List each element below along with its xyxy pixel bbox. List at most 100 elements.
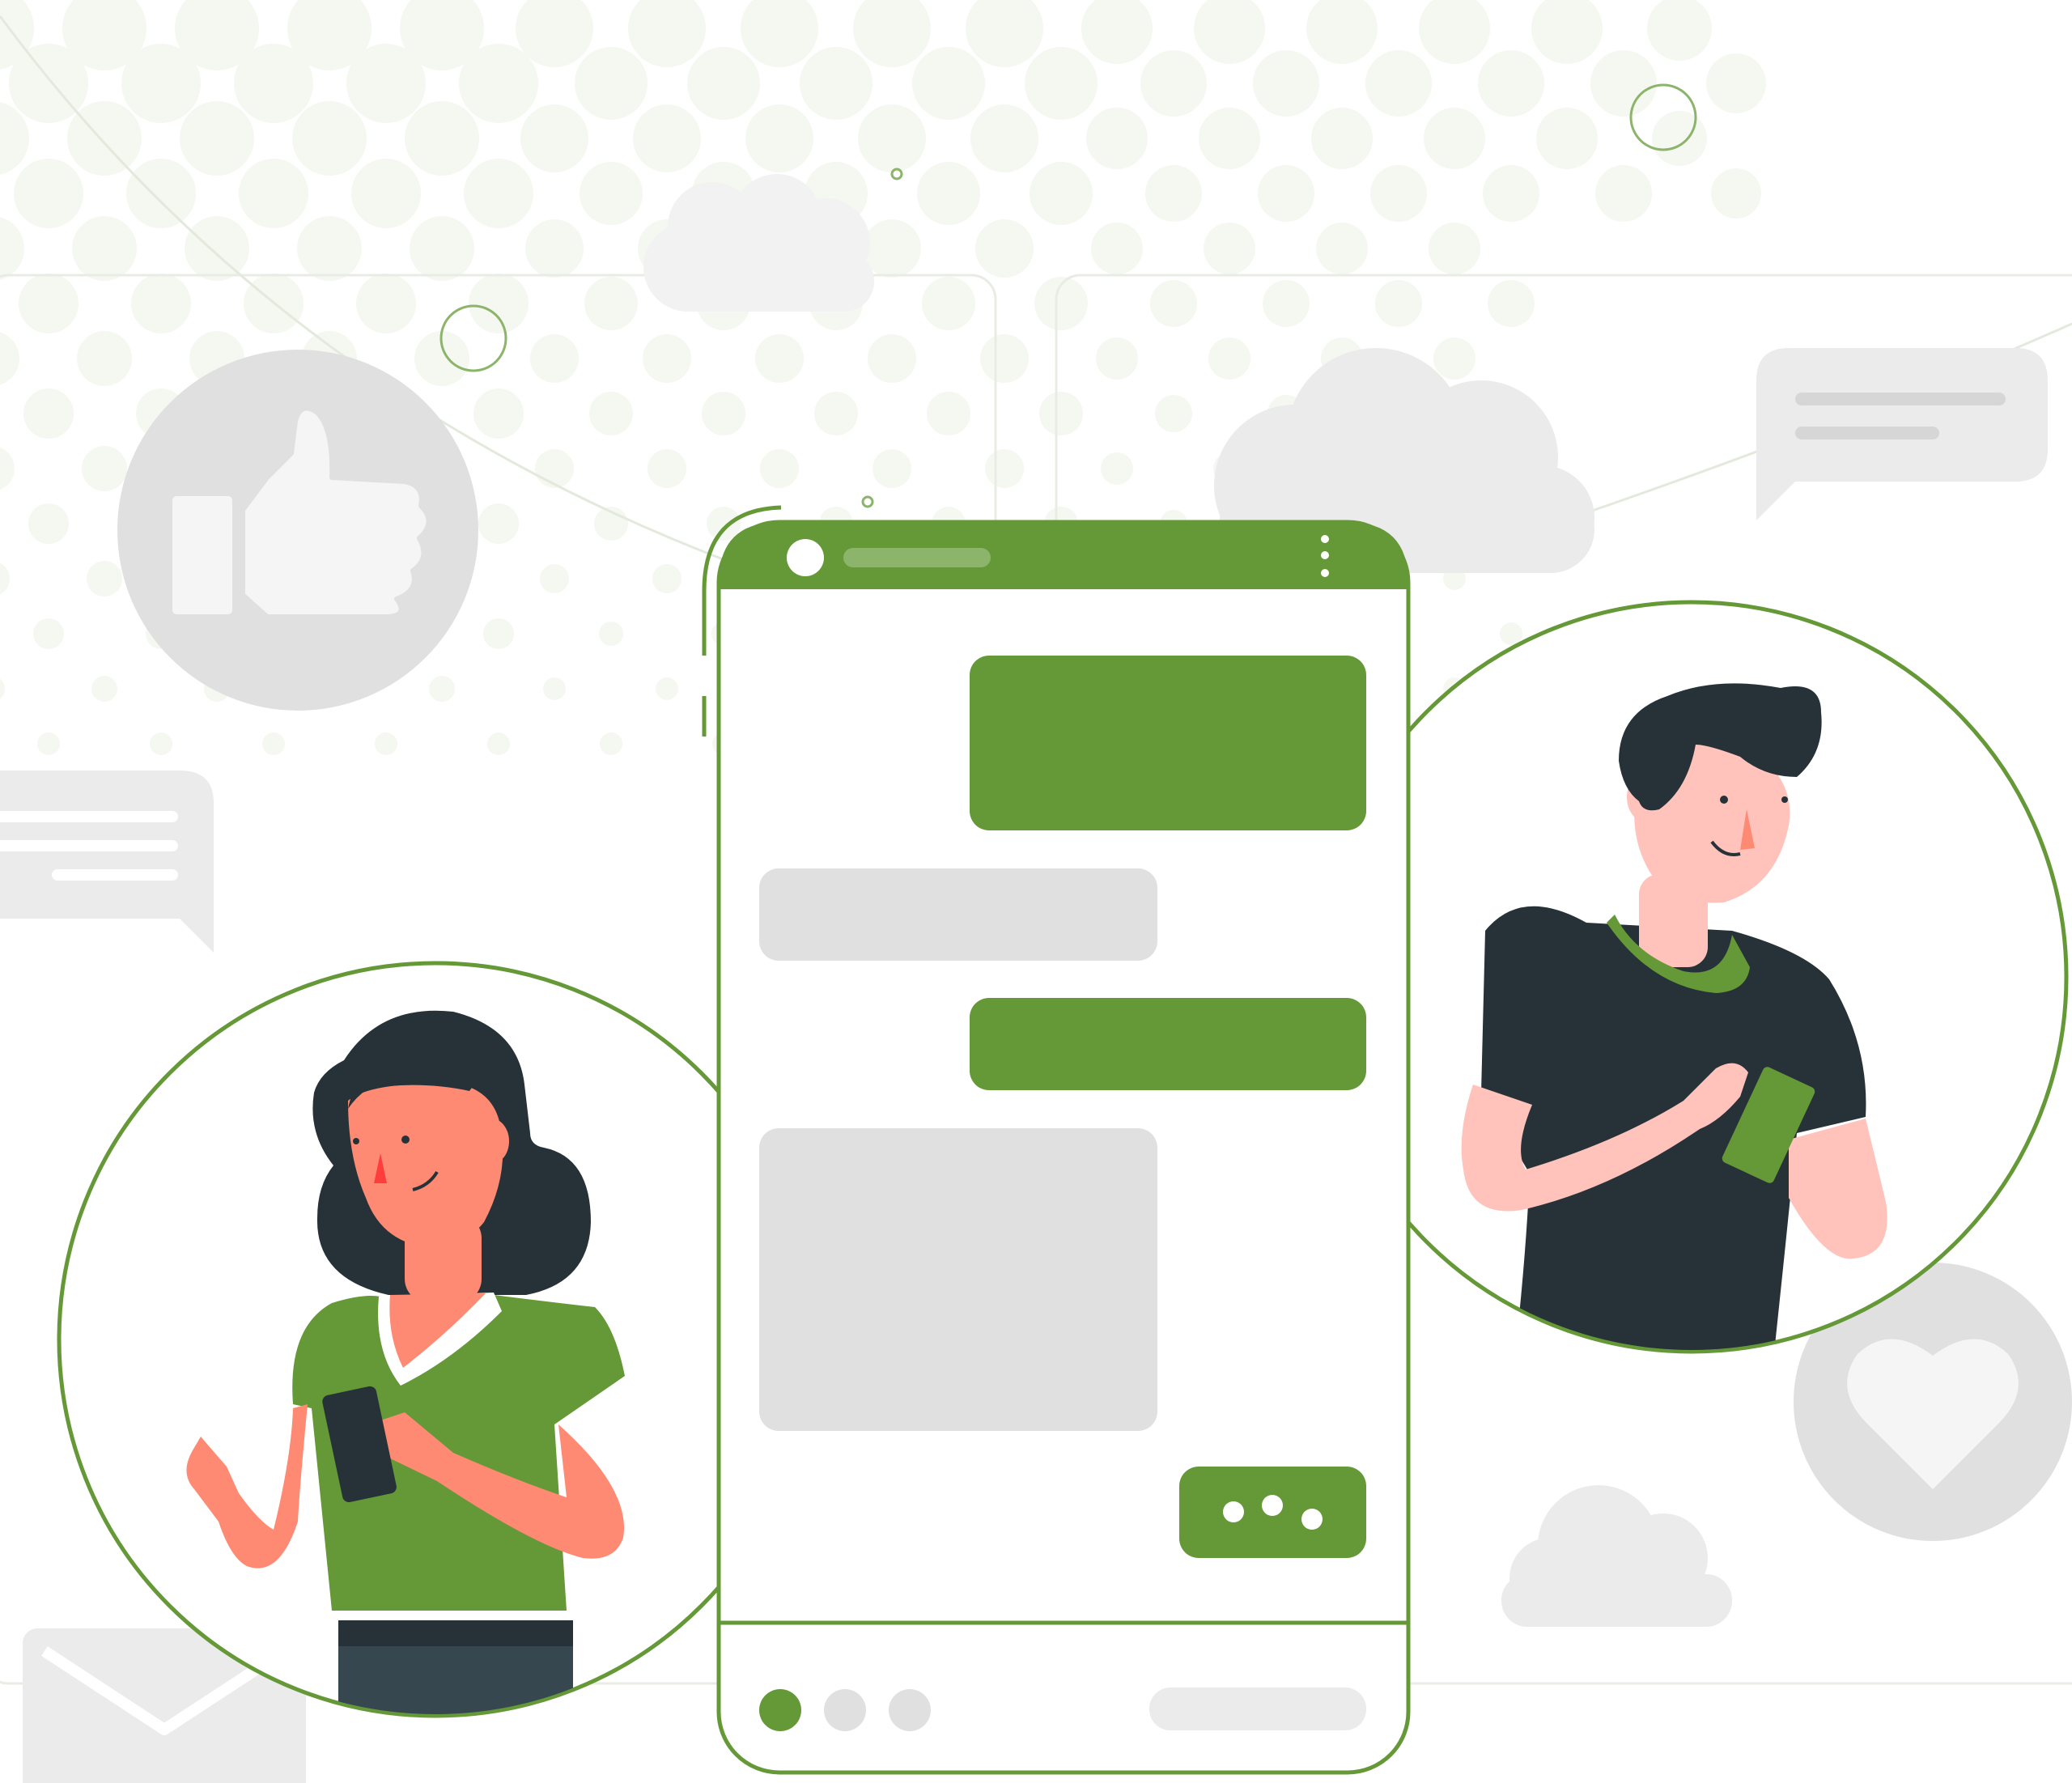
background-dot: [87, 561, 122, 596]
background-dot: [656, 677, 678, 700]
background-dot: [1150, 280, 1197, 327]
background-dot: [459, 44, 538, 123]
chat-illustration: [0, 0, 2072, 1783]
background-dot: [1483, 165, 1539, 222]
background-dot: [1375, 280, 1422, 327]
chat-pager[interactable]: [759, 1689, 931, 1731]
background-dot: [589, 392, 633, 435]
profile-dot[interactable]: [787, 539, 824, 576]
background-dot: [927, 392, 970, 435]
background-dot: [487, 732, 510, 755]
background-dot: [1424, 108, 1485, 169]
background-dot: [1370, 165, 1427, 222]
background-dot: [1365, 50, 1432, 117]
background-dot: [0, 217, 24, 280]
background-dot: [77, 331, 132, 386]
background-dot: [464, 159, 533, 228]
background-dot: [702, 392, 745, 435]
background-dot: [1081, 0, 1153, 64]
background-dot: [234, 44, 313, 123]
speech-bubble-icon: [1756, 348, 2048, 520]
background-dot: [985, 449, 1024, 488]
background-dot: [707, 507, 741, 541]
background-dot: [1488, 280, 1535, 327]
background-dot: [520, 104, 588, 172]
background-dot: [33, 618, 64, 649]
background-dot: [297, 216, 362, 281]
background-dot: [469, 274, 529, 333]
background-dot: [543, 677, 566, 700]
background-dot: [922, 277, 975, 330]
background-dot: [652, 564, 681, 593]
cloud-icon: [1501, 1485, 1732, 1627]
background-dot: [1429, 223, 1480, 274]
background-dot: [1194, 0, 1265, 64]
background-dot: [975, 219, 1034, 278]
background-dot: [1140, 50, 1207, 117]
background-dot: [1096, 337, 1138, 380]
background-dot: [346, 44, 426, 123]
background-dot: [1155, 395, 1192, 432]
background-dot: [1478, 50, 1544, 117]
background-dot: [1145, 165, 1202, 222]
background-dot: [0, 332, 19, 385]
background-dot: [633, 104, 701, 172]
background-dot: [1253, 50, 1319, 117]
background-dot: [1204, 223, 1255, 274]
background-dot: [1086, 108, 1148, 169]
background-dot: [91, 676, 117, 702]
background-dot: [0, 562, 10, 595]
background-dot: [473, 388, 524, 439]
background-dot: [745, 104, 813, 172]
speech-bubble-icon: [0, 771, 214, 953]
background-dot: [1030, 162, 1093, 225]
background-dot: [525, 219, 584, 278]
background-dot: [150, 732, 172, 755]
background-dot: [375, 732, 397, 755]
contact-name-placeholder: [843, 548, 991, 567]
background-dot: [292, 101, 367, 176]
background-dot: [1706, 53, 1766, 113]
background-dot: [1590, 50, 1657, 117]
phone-chat-app: [702, 505, 1411, 1775]
background-dot: [868, 334, 916, 383]
pager-dot[interactable]: [889, 1689, 931, 1731]
background-dot: [530, 334, 579, 383]
background-dot: [72, 216, 137, 281]
background-dot: [1306, 0, 1378, 64]
background-dot: [1263, 280, 1310, 327]
background-dot: [1208, 337, 1250, 380]
background-dot: [0, 447, 15, 490]
background-dot: [755, 334, 804, 383]
received-message-bubble: [759, 868, 1157, 961]
background-dot: [239, 159, 308, 228]
background-dot: [1258, 165, 1314, 222]
background-dot: [580, 162, 643, 225]
pager-dot[interactable]: [824, 1689, 866, 1731]
background-dot: [1652, 111, 1707, 166]
background-dot: [741, 0, 818, 67]
menu-dots-icon[interactable]: [1321, 535, 1329, 577]
background-dot: [917, 162, 980, 225]
background-dot: [1595, 165, 1652, 222]
background-dot: [980, 334, 1029, 383]
background-dot: [28, 503, 69, 544]
background-dot: [1433, 337, 1475, 380]
background-dot: [648, 449, 686, 488]
background-dot: [121, 44, 201, 123]
background-dot: [760, 449, 799, 488]
background-dot: [1025, 47, 1098, 120]
background-dot: [540, 564, 569, 593]
message-input-field[interactable]: [1149, 1687, 1366, 1730]
background-dot: [600, 732, 622, 755]
background-dot: [1039, 392, 1083, 435]
thumbs-up-badge: [117, 350, 478, 711]
sent-message-bubble: [970, 656, 1366, 830]
sent-message-bubble: [970, 998, 1366, 1090]
background-dot: [1647, 0, 1712, 61]
background-dot: [599, 622, 623, 646]
background-dot: [1199, 108, 1260, 169]
pager-dot[interactable]: [759, 1689, 801, 1731]
background-dot: [429, 676, 455, 702]
background-dot: [23, 388, 74, 439]
